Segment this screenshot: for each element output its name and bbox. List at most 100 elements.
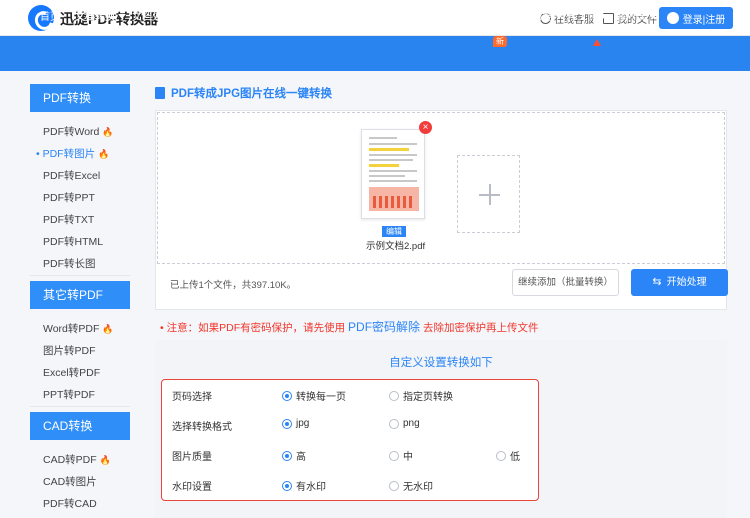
document-icon <box>155 87 165 99</box>
sidebar-item-pdf-word[interactable]: PDF转Word 🔥 <box>43 124 114 139</box>
thumb-line <box>369 137 397 139</box>
edit-button[interactable]: 编辑 <box>382 226 406 237</box>
option-label: 高 <box>296 452 306 463</box>
nav-ai-tools[interactable]: AI工具 <box>568 0 609 35</box>
nav-doc-process-label: 文档处理 <box>132 12 172 23</box>
nav-doc-convert[interactable]: 文档转换 <box>75 0 126 35</box>
bullet-icon: • <box>36 148 43 160</box>
sidebar-item-pdf-ppt[interactable]: PDF转PPT <box>43 190 95 205</box>
nav-client[interactable]: 客户端 <box>616 0 657 35</box>
password-notice: • 注意：如果PDF有密码保护，请先使用 PDF密码解除 去除加密保护再上传文件 <box>160 318 538 335</box>
option-label: 转换每一页 <box>296 392 346 403</box>
chevron-down-icon <box>498 14 506 19</box>
login-button[interactable]: 登录|注册 <box>659 7 733 29</box>
chevron-down-icon <box>381 14 389 19</box>
option-label: 有水印 <box>296 482 326 493</box>
notice-text: 注意：如果PDF有密码保护，请先使用 <box>166 322 346 334</box>
sidebar-item-image-pdf[interactable]: 图片转PDF <box>43 343 96 358</box>
nav-features-label: 特色功能 <box>512 12 552 23</box>
sidebar-item-pdf-cad[interactable]: PDF转CAD <box>43 496 97 511</box>
swap-icon: ⇆ <box>652 276 662 288</box>
thumb-highlight <box>369 148 409 151</box>
nav-speech[interactable]: 语音识别 <box>261 0 312 35</box>
fire-icon: 🔥 <box>102 127 114 137</box>
sidebar-item-pdf-excel[interactable]: PDF转Excel <box>43 168 100 183</box>
chevron-down-icon <box>600 14 609 19</box>
login-label: 登录|注册 <box>682 14 726 26</box>
sidebar-item-pdf-html[interactable]: PDF转HTML <box>43 234 103 249</box>
remove-file-close-icon[interactable]: × <box>419 121 432 134</box>
nav-translate[interactable]: 文档文本翻译 <box>189 0 260 35</box>
option-quality-medium[interactable]: 中 <box>389 448 413 463</box>
start-process-button[interactable]: ⇆ 开始处理 <box>631 269 728 296</box>
radio-checked-icon <box>282 390 292 401</box>
thumb-line <box>369 180 417 182</box>
sidebar-divider <box>30 275 130 276</box>
nav-av-convert[interactable]: 音视频转换 <box>390 0 451 35</box>
thumb-line <box>369 159 413 161</box>
nav-av-convert-label: 音视频转换 <box>390 12 440 23</box>
sidebar-item-pdf-long-image[interactable]: PDF转长图 <box>43 256 96 271</box>
file-drop-area[interactable] <box>157 112 725 264</box>
radio-icon <box>496 450 506 461</box>
option-quality-low[interactable]: 低 <box>496 448 520 463</box>
file-thumbnail[interactable] <box>361 129 425 219</box>
nav-translate-label: 文档文本翻译 <box>189 12 249 23</box>
sidebar-item-label: PDF转图片 <box>42 148 96 160</box>
pdf-password-remove-link[interactable]: PDF密码解除 <box>348 320 420 334</box>
sidebar-item-label: CAD转PDF <box>43 454 97 466</box>
page-title: PDF转成JPG图片在线一键转换 <box>155 85 332 101</box>
sidebar-item-cad-pdf[interactable]: CAD转PDF 🔥 <box>43 452 111 467</box>
option-every-page[interactable]: 转换每一页 <box>282 388 346 403</box>
upload-status: 已上传1个文件，共397.10K。 <box>170 280 297 291</box>
continue-add-button[interactable]: 继续添加（批量转换） <box>512 269 619 296</box>
chevron-down-icon <box>555 14 563 19</box>
chevron-down-icon <box>649 14 657 19</box>
sidebar-item-pdf-txt[interactable]: PDF转TXT <box>43 212 94 227</box>
sidebar-head-other: 其它转PDF <box>30 281 130 309</box>
sidebar-item-cad-image[interactable]: CAD转图片 <box>43 474 97 489</box>
option-png[interactable]: png <box>389 418 420 429</box>
nav-ocr[interactable]: 图片文字识别 <box>318 0 389 35</box>
user-icon <box>666 12 679 24</box>
option-with-watermark[interactable]: 有水印 <box>282 478 326 493</box>
sidebar-item-excel-pdf[interactable]: Excel转PDF <box>43 365 100 380</box>
option-label: jpg <box>296 418 310 429</box>
chevron-down-icon <box>443 14 451 19</box>
nav-speech-label: 语音识别 <box>261 12 301 23</box>
radio-icon <box>389 390 399 401</box>
sidebar-item-word-pdf[interactable]: Word转PDF 🔥 <box>43 321 114 336</box>
option-no-watermark[interactable]: 无水印 <box>389 478 433 493</box>
sidebar-item-ppt-pdf[interactable]: PPT转PDF <box>43 387 95 402</box>
format-select-label: 选择转换格式 <box>172 422 232 433</box>
nav-home[interactable]: 首页 <box>40 0 60 35</box>
main-nav <box>0 36 750 71</box>
thumb-line <box>369 154 417 156</box>
option-jpg[interactable]: jpg <box>282 418 309 429</box>
thumb-highlight <box>369 164 399 167</box>
option-label: 中 <box>403 452 413 463</box>
notice-bullet: • <box>160 322 164 334</box>
chevron-down-icon <box>304 14 312 19</box>
thumb-line <box>369 170 417 172</box>
radio-icon <box>389 480 399 491</box>
chevron-down-icon <box>118 14 126 19</box>
add-file-button[interactable] <box>457 155 520 233</box>
nav-features[interactable]: 特色功能 <box>512 0 563 35</box>
sidebar-item-pdf-image[interactable]: • PDF转图片 🔥 <box>36 146 109 161</box>
new-badge: 新 <box>493 36 507 47</box>
option-label: 无水印 <box>403 482 433 493</box>
radio-icon <box>389 450 399 461</box>
start-process-label: 开始处理 <box>666 277 707 288</box>
page-select-label: 页码选择 <box>172 392 212 403</box>
radio-checked-icon <box>282 480 292 491</box>
nav-plagiarism[interactable]: 论文查重 <box>455 0 506 35</box>
radio-checked-icon <box>282 450 292 461</box>
nav-client-label: 客户端 <box>616 12 646 23</box>
sidebar-head-cad: CAD转换 <box>30 412 130 440</box>
option-label: png <box>403 418 420 429</box>
nav-doc-process[interactable]: 文档处理 <box>132 0 183 35</box>
radio-checked-icon <box>282 418 292 429</box>
option-specified-page[interactable]: 指定页转换 <box>389 388 453 403</box>
option-quality-high[interactable]: 高 <box>282 448 306 463</box>
